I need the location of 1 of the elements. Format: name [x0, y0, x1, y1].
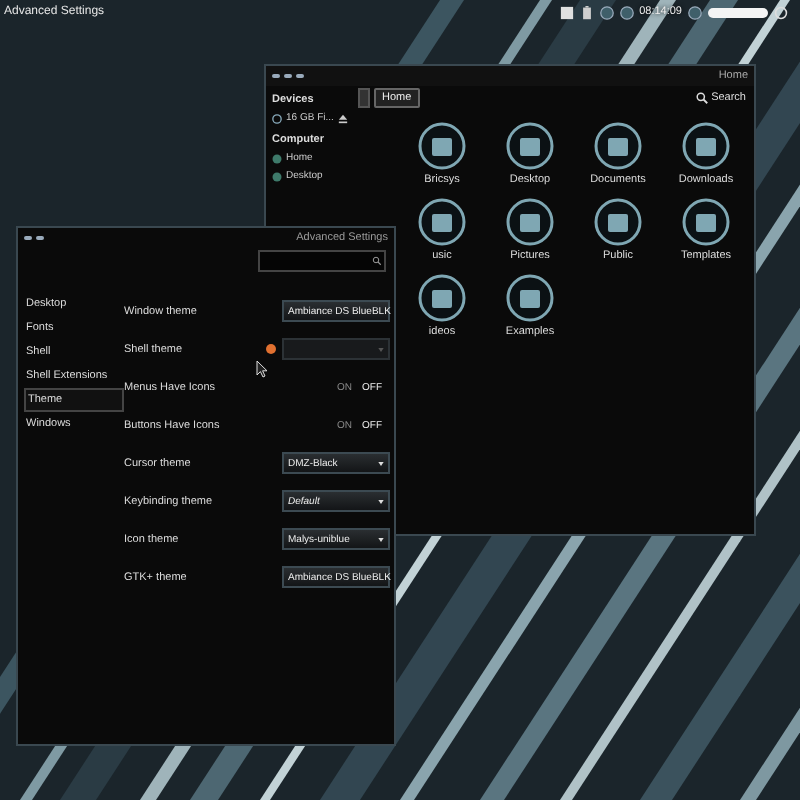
- power-icon[interactable]: [774, 5, 788, 19]
